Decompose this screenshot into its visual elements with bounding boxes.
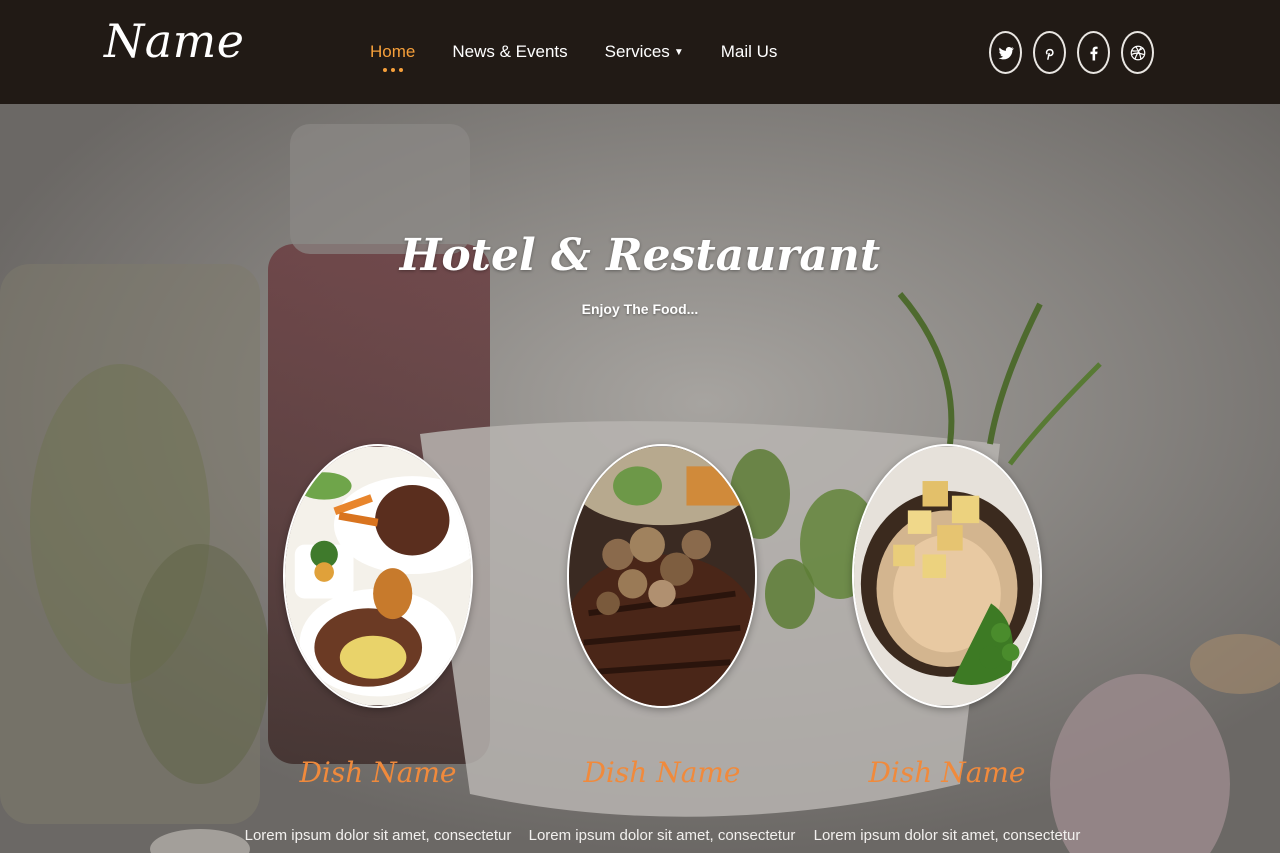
- dish-card: Dish Name Lorem ipsum dolor sit amet, co…: [238, 444, 518, 844]
- facebook-icon: [1089, 46, 1098, 60]
- dish-image[interactable]: [852, 444, 1042, 708]
- dish-description: Lorem ipsum dolor sit amet, consectetur: [244, 827, 512, 844]
- twitter-icon: [998, 46, 1014, 59]
- nav-item-label: Services: [604, 42, 670, 61]
- dish-name: Dish Name: [868, 756, 1026, 789]
- nav-item-services[interactable]: Services ▼: [605, 40, 684, 64]
- dish-photo: [569, 446, 755, 706]
- nav-item-home[interactable]: Home: [370, 40, 416, 72]
- dish-card: Dish Name Lorem ipsum dolor sit amet, co…: [807, 444, 1087, 844]
- hero-subtitle: Enjoy The Food...: [581, 301, 699, 317]
- main-nav: Home News & Events Services ▼ Mail Us: [370, 40, 814, 72]
- active-indicator: [381, 68, 405, 72]
- dish-name: Dish Name: [299, 756, 457, 789]
- nav-item-label: Mail Us: [720, 42, 778, 61]
- social-links: [989, 31, 1165, 74]
- nav-item-mail-us[interactable]: Mail Us: [721, 40, 778, 64]
- facebook-link[interactable]: [1077, 31, 1110, 74]
- twitter-link[interactable]: [989, 31, 1022, 74]
- chevron-down-icon: ▼: [673, 47, 684, 59]
- dish-image[interactable]: [283, 444, 473, 708]
- dish-card: Dish Name Lorem ipsum dolor sit amet, co…: [522, 444, 802, 844]
- nav-item-label: Home: [370, 42, 416, 61]
- dish-name: Dish Name: [583, 756, 741, 789]
- dribbble-link[interactable]: [1121, 31, 1154, 74]
- pinterest-icon: [1045, 48, 1054, 60]
- site-logo[interactable]: Name: [104, 14, 245, 68]
- dish-image[interactable]: [567, 444, 757, 708]
- pinterest-link[interactable]: [1033, 31, 1066, 74]
- dish-description: Lorem ipsum dolor sit amet, consectetur: [813, 827, 1081, 844]
- hero-title: Hotel & Restaurant: [399, 230, 881, 281]
- dish-description: Lorem ipsum dolor sit amet, consectetur: [528, 827, 796, 844]
- hero-section: Hotel & Restaurant Enjoy The Food... Dis…: [0, 104, 1280, 853]
- site-header: Name Home News & Events Services ▼ Mail U…: [0, 0, 1280, 104]
- nav-item-news-events[interactable]: News & Events: [452, 40, 567, 64]
- dish-photo: [854, 446, 1040, 706]
- dish-photo: [285, 446, 471, 706]
- dribbble-icon: [1130, 45, 1145, 60]
- nav-item-label: News & Events: [452, 42, 568, 61]
